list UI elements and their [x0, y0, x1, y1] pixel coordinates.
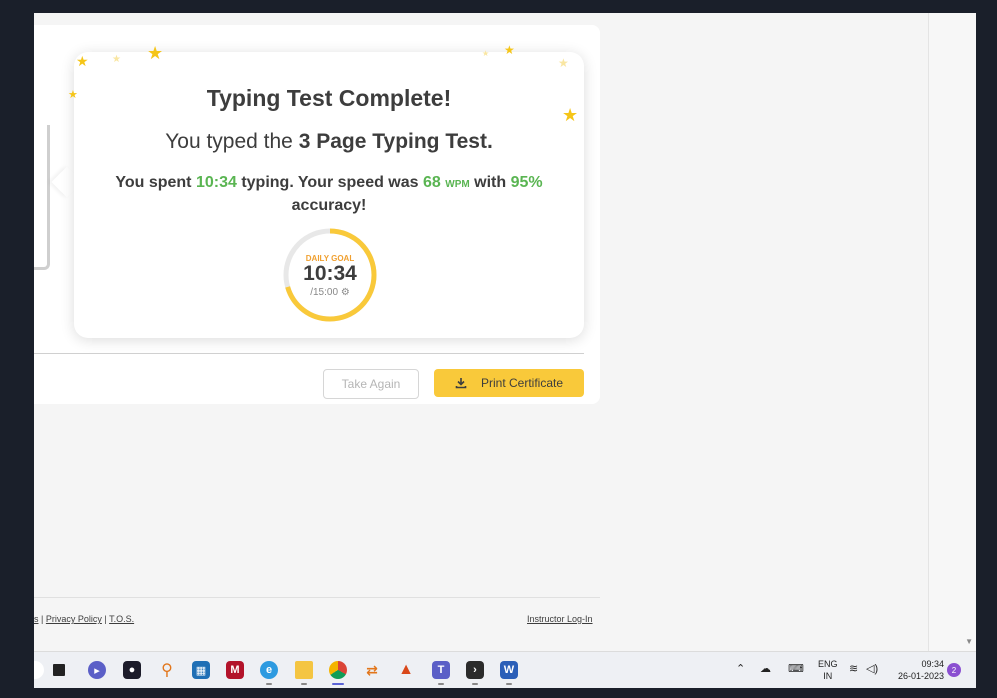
star-icon: ★ — [558, 56, 569, 70]
star-icon: ★ — [504, 43, 515, 57]
download-icon — [455, 378, 467, 389]
folder-running-indicator — [301, 683, 307, 685]
privacy-policy-link[interactable]: Privacy Policy — [46, 614, 102, 624]
time-value: 10:34 — [195, 174, 237, 191]
star-icon: ★ — [482, 49, 490, 58]
word-running-indicator — [506, 683, 512, 685]
popup-subtitle: You typed the 3 Page Typing Test. — [165, 130, 493, 153]
wifi-icon[interactable]: ≋ — [849, 662, 858, 675]
store-icon[interactable]: ▦ — [192, 661, 210, 679]
goal-target: /15:00 ⚙ — [310, 287, 350, 298]
daily-goal-ring: DAILY GOAL 10:34 /15:00 ⚙ — [282, 227, 378, 323]
edge-icon[interactable]: e — [260, 661, 278, 679]
scroll-down-icon[interactable]: ▼ — [965, 637, 973, 646]
terminal-running-indicator — [472, 683, 478, 685]
system-clock[interactable]: 09:34 26-01-2023 — [894, 658, 944, 682]
taskbar: ▸ ● ⚲ ▦ M e ⇄ ▲ T › W ⌃ ☁ ⌨ ENG IN ≋ ◁) … — [34, 651, 976, 688]
popup-title: Typing Test Complete! — [206, 85, 452, 111]
edge-running-indicator — [266, 683, 272, 685]
tos-link[interactable]: T.O.S. — [109, 614, 134, 624]
star-icon: ★ — [76, 53, 89, 69]
chevron-up-icon[interactable]: ⌃ — [736, 662, 745, 675]
gear-icon[interactable]: ⚙ — [341, 287, 350, 298]
goal-time: 10:34 — [303, 262, 357, 285]
wpm-value: 68 — [423, 174, 441, 191]
start-partial-icon[interactable] — [34, 661, 44, 679]
footer-links: s | Privacy Policy | T.O.S. — [34, 614, 135, 624]
take-again-button[interactable]: Take Again — [323, 369, 419, 399]
print-certificate-label: Print Certificate — [480, 376, 564, 390]
popup-stats: You spent 10:34 typing. Your speed was 6… — [115, 174, 543, 214]
sync-icon[interactable]: ⇄ — [363, 661, 381, 679]
search-tool-icon[interactable]: ⚲ — [158, 661, 176, 679]
divider — [34, 353, 584, 354]
scrollbar[interactable]: ▼ — [928, 13, 976, 651]
davinci-icon[interactable]: ● — [123, 661, 141, 679]
accuracy-value: 95% — [510, 174, 543, 191]
footer-link-partial[interactable]: s — [34, 614, 39, 624]
laptop-illustration — [34, 125, 50, 270]
notification-badge[interactable]: 2 — [947, 663, 961, 677]
instructor-login-link[interactable]: Instructor Log-In — [527, 614, 593, 624]
results-card: ★ ★ ★ ★ ★ ★ ★ ★ Typing Test Complete! Yo… — [34, 25, 600, 404]
star-icon: ★ — [147, 43, 164, 63]
teams-running-indicator — [438, 683, 444, 685]
file-explorer-icon[interactable] — [53, 664, 65, 676]
chrome-active-indicator — [332, 683, 344, 685]
word-icon[interactable]: W — [500, 661, 518, 679]
mendeley-icon[interactable]: M — [226, 661, 244, 679]
keyboard-icon[interactable]: ⌨ — [788, 662, 804, 675]
print-certificate-button[interactable]: Print Certificate — [434, 369, 584, 397]
volume-icon[interactable]: ◁) — [866, 662, 878, 675]
chrome-icon[interactable] — [329, 661, 347, 679]
footer-divider — [34, 597, 600, 598]
results-popup: ★ ★ ★ ★ ★ ★ ★ ★ Typing Test Complete! Yo… — [68, 44, 584, 338]
matlab-icon[interactable]: ▲ — [397, 661, 415, 679]
star-icon: ★ — [112, 54, 121, 65]
folder-icon[interactable] — [295, 661, 313, 679]
cloud-off-icon[interactable]: ☁ — [760, 662, 771, 675]
browser-viewport: ★ ★ ★ ★ ★ ★ ★ ★ Typing Test Complete! Yo… — [34, 13, 976, 688]
teams-icon[interactable]: T — [432, 661, 450, 679]
teams-chat-icon[interactable]: ▸ — [88, 661, 106, 679]
terminal-icon[interactable]: › — [466, 661, 484, 679]
language-indicator[interactable]: ENG IN — [818, 658, 838, 682]
